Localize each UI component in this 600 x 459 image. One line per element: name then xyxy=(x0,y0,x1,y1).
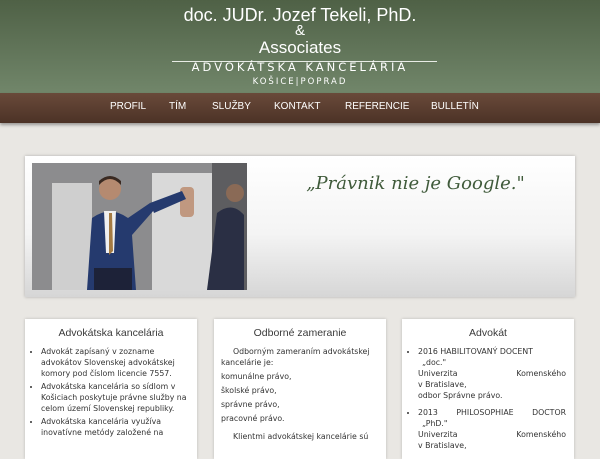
lawyer-photo xyxy=(32,163,247,290)
nav-tim[interactable]: TÍM xyxy=(169,93,186,123)
focus-body: Odborným zameraním advokátskej kancelári… xyxy=(221,346,380,445)
main-nav: PROFIL TÍM SLUŽBY KONTAKT REFERENCIE BUL… xyxy=(0,93,600,123)
uni-left: Univerzita xyxy=(418,369,458,378)
uni-left: Univerzita xyxy=(418,430,458,439)
list-item: školské právo, xyxy=(221,386,277,395)
head-mid: PHILOSOPHIAE xyxy=(456,408,514,417)
entry-dept: odbor Správne právo. xyxy=(418,391,503,400)
column-firm-title: Advokátska kancelária xyxy=(58,327,164,339)
entry-university: Univerzita Komenského xyxy=(418,368,566,379)
uni-right: Komenského xyxy=(516,369,566,378)
nav-sluzby[interactable]: SLUŽBY xyxy=(212,93,251,123)
entry-degree: „doc." xyxy=(422,358,447,367)
lawyer-list: 2016 HABILITOVANÝ DOCENT „doc." Univerzi… xyxy=(408,346,566,453)
list-item: Advokát zapísaný v zozname advokátov Slo… xyxy=(41,346,197,379)
entry-city: v Bratislave, xyxy=(418,380,467,389)
focus-outro: Klientmi advokátskej kancelárie sú xyxy=(233,432,369,441)
column-focus: Odborné zameranie Odborným zameraním adv… xyxy=(214,319,386,459)
firm-list: Advokát zapísaný v zozname advokátov Slo… xyxy=(31,346,197,440)
entry-head: 2013 PHILOSOPHIAE DOCTOR xyxy=(418,407,566,418)
hero-quote: „Právnik nie je Google." xyxy=(306,173,525,194)
column-lawyer: Advokát 2016 HABILITOVANÝ DOCENT „doc." … xyxy=(402,319,574,459)
entry-degree: „PhD." xyxy=(422,419,448,428)
nav-referencie[interactable]: REFERENCIE xyxy=(345,93,409,123)
entry-city: v Bratislave, xyxy=(418,441,467,450)
firm-cities: KOŠICE|POPRAD xyxy=(252,77,348,87)
column-focus-title: Odborné zameranie xyxy=(253,327,347,339)
focus-intro: Odborným zameraním advokátskej kancelári… xyxy=(221,347,370,367)
head-left: 2013 xyxy=(418,408,438,417)
uni-right: Komenského xyxy=(516,430,566,439)
firm-associates: Associates xyxy=(258,38,342,57)
column-lawyer-title: Advokát xyxy=(469,327,507,339)
list-item: 2013 PHILOSOPHIAE DOCTOR „PhD." Univerzi… xyxy=(418,407,566,451)
firm-subtitle: ADVOKÁTSKA KANCELÁRIA xyxy=(191,60,409,74)
list-item: Advokátska kancelária so sídlom v Košici… xyxy=(41,381,197,414)
hero-banner: „Právnik nie je Google." xyxy=(25,156,575,297)
list-item: Advokátska kancelária využíva inovatívne… xyxy=(41,416,197,438)
nav-profil[interactable]: PROFIL xyxy=(110,93,146,123)
site-header: doc. JUDr. Jozef Tekeli, PhD. & Associat… xyxy=(0,0,600,93)
list-item: správne právo, xyxy=(221,400,280,409)
list-item: pracovné právo. xyxy=(221,414,285,423)
list-item: komunálne právo, xyxy=(221,372,292,381)
nav-bulletin[interactable]: BULLETÍN xyxy=(431,93,479,123)
entry-university: Univerzita Komenského xyxy=(418,429,566,440)
head-right: DOCTOR xyxy=(532,408,566,417)
list-item: 2016 HABILITOVANÝ DOCENT „doc." Univerzi… xyxy=(418,346,566,401)
entry-head: 2016 HABILITOVANÝ DOCENT xyxy=(418,347,533,356)
nav-kontakt[interactable]: KONTAKT xyxy=(274,93,320,123)
column-firm: Advokátska kancelária Advokát zapísaný v… xyxy=(25,319,197,459)
